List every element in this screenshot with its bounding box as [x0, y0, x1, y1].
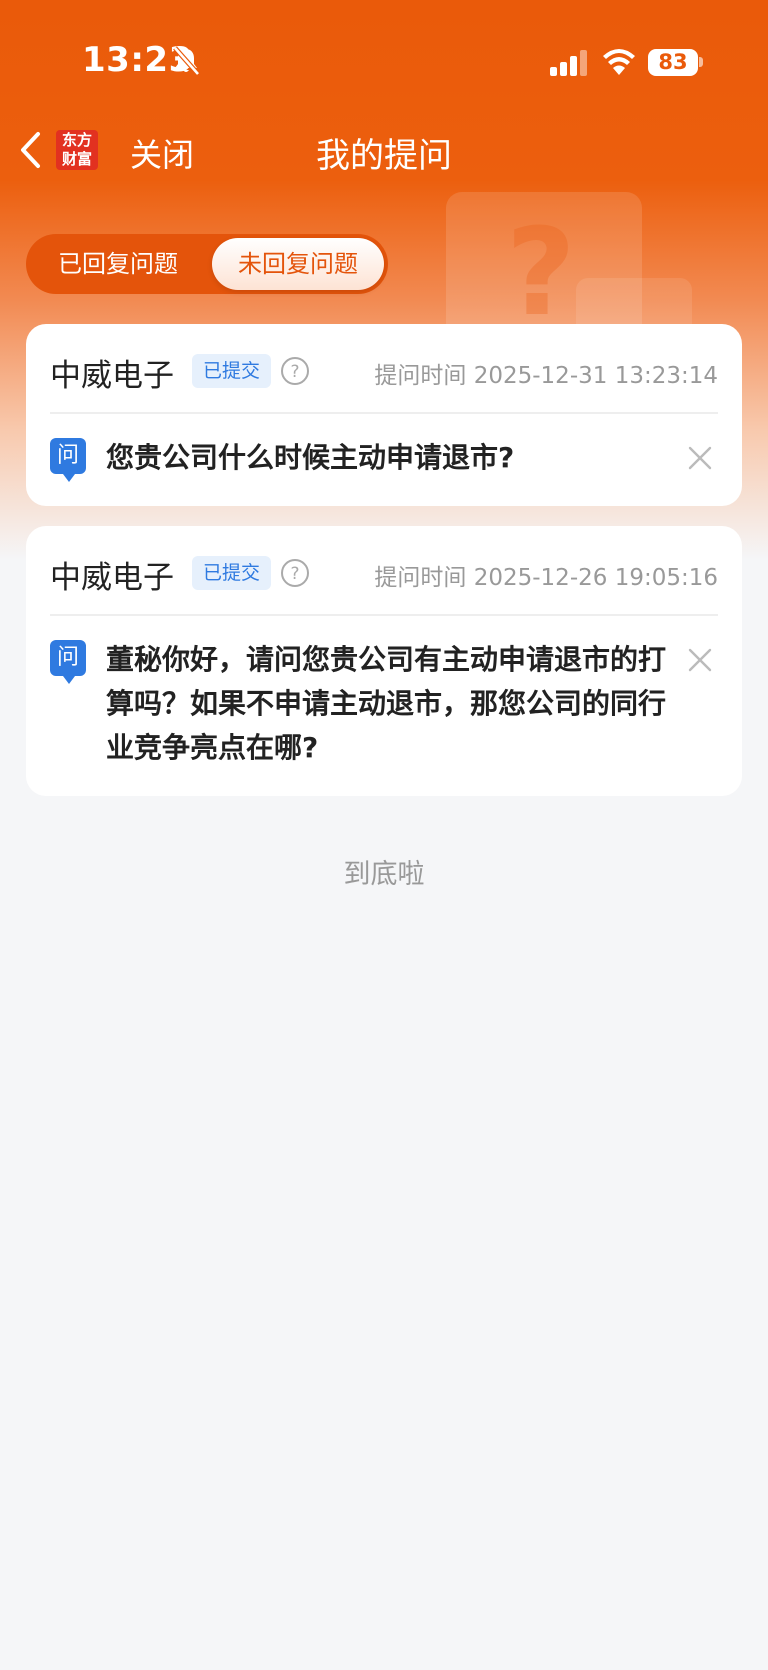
signal-icon — [550, 50, 587, 76]
question-time: 提问时间 2025-12-26 19:05:16 — [374, 565, 718, 591]
question-mark-decoration: ? — [506, 204, 576, 343]
page-title: 我的提问 — [316, 136, 452, 176]
company-name: 中威电子 — [50, 560, 174, 596]
tab-replied-questions[interactable]: 已回复问题 — [26, 234, 210, 294]
question-card: 中威电子 已提交 ? 提问时间 2025-12-31 13:23:14 问 您贵… — [26, 324, 742, 506]
question-card: 中威电子 已提交 ? 提问时间 2025-12-26 19:05:16 问 董秘… — [26, 526, 742, 796]
question-text: 董秘你好，请问您贵公司有主动申请退市的打算吗？如果不申请主动退市，那您公司的同行… — [106, 643, 667, 764]
svg-text:?: ? — [290, 362, 299, 382]
segmented-tabs: 已回复问题 未回复问题 — [26, 234, 388, 294]
wifi-icon — [603, 49, 635, 75]
close-icon[interactable] — [688, 648, 712, 672]
bell-muted-icon — [173, 46, 200, 76]
question-time: 提问时间 2025-12-31 13:23:14 — [374, 363, 718, 389]
question-icon: 问 — [50, 640, 86, 684]
screen: ? 13:23 83 东方 财富 关闭 我的提问 已回复问题 未回复问题 中威电… — [0, 0, 768, 1670]
status-badge: 已提交 — [192, 354, 272, 388]
close-icon[interactable] — [688, 446, 712, 470]
question-text: 您贵公司什么时候主动申请退市? — [106, 441, 515, 474]
battery-level: 83 — [648, 49, 698, 76]
svg-text:?: ? — [290, 564, 299, 584]
divider — [50, 412, 718, 414]
tab-unreplied-questions[interactable]: 未回复问题 — [212, 238, 384, 290]
battery-cap — [699, 57, 703, 67]
question-icon: 问 — [50, 438, 86, 482]
end-of-list-text: 到底啦 — [343, 859, 425, 890]
help-circle-icon[interactable]: ? — [280, 558, 310, 588]
help-circle-icon[interactable]: ? — [280, 356, 310, 386]
status-badge: 已提交 — [192, 556, 272, 590]
company-name: 中威电子 — [50, 358, 174, 394]
divider — [50, 614, 718, 616]
